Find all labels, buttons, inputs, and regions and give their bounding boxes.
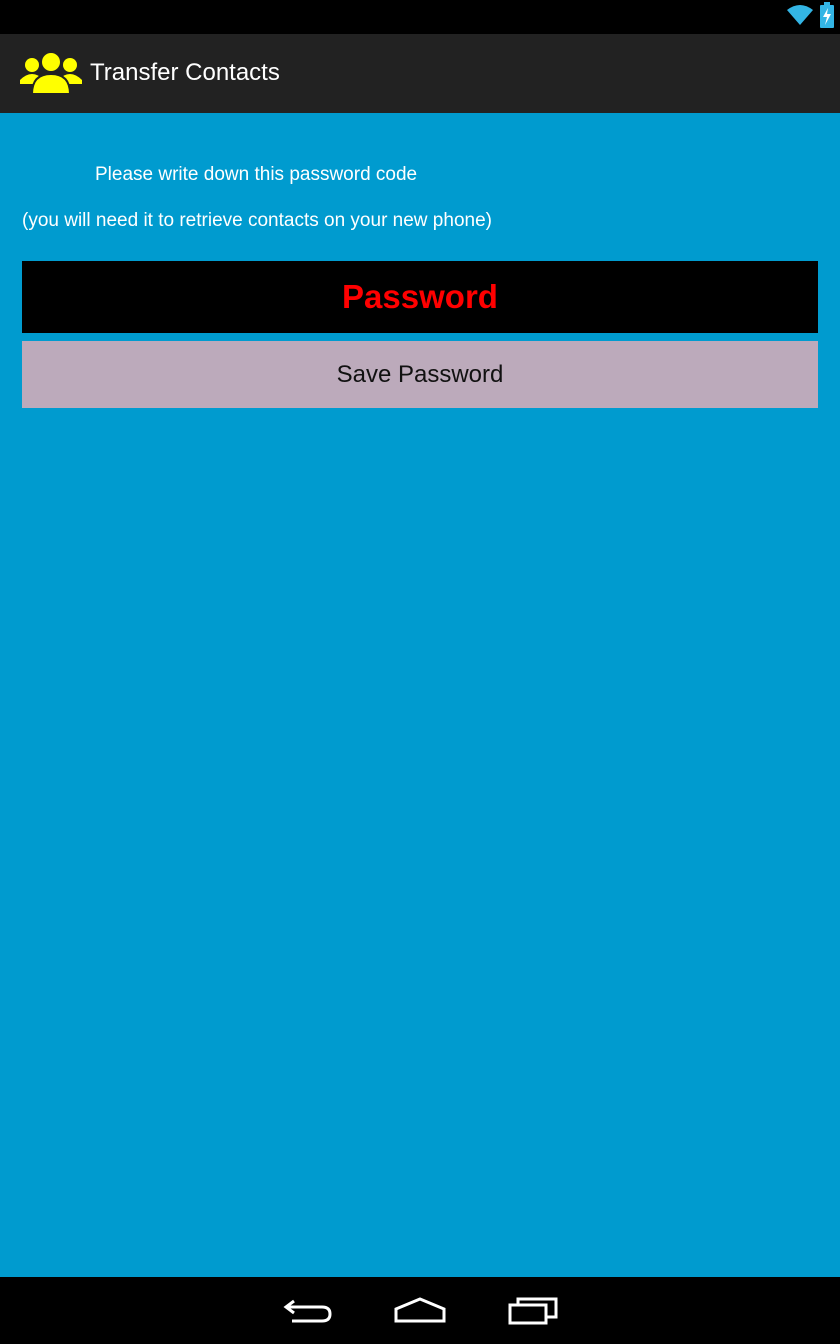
status-icons bbox=[786, 2, 834, 32]
instruction-text: Please write down this password code bbox=[95, 164, 418, 185]
home-icon[interactable] bbox=[390, 1291, 450, 1331]
wifi-icon bbox=[786, 4, 814, 30]
navigation-bar bbox=[0, 1277, 840, 1344]
instruction-subtext: (you will need it to retrieve contacts o… bbox=[22, 210, 492, 231]
status-bar bbox=[0, 0, 840, 34]
app-title: Transfer Contacts bbox=[90, 59, 280, 86]
action-bar: Transfer Contacts bbox=[0, 34, 840, 113]
recent-apps-icon[interactable] bbox=[504, 1291, 564, 1331]
back-icon[interactable] bbox=[278, 1291, 338, 1331]
main-content: Please write down this password code (yo… bbox=[0, 113, 840, 1277]
save-password-button[interactable]: Save Password bbox=[22, 341, 818, 408]
battery-charging-icon bbox=[820, 2, 834, 32]
password-display: Password bbox=[22, 261, 818, 333]
contacts-group-icon[interactable] bbox=[20, 50, 82, 96]
